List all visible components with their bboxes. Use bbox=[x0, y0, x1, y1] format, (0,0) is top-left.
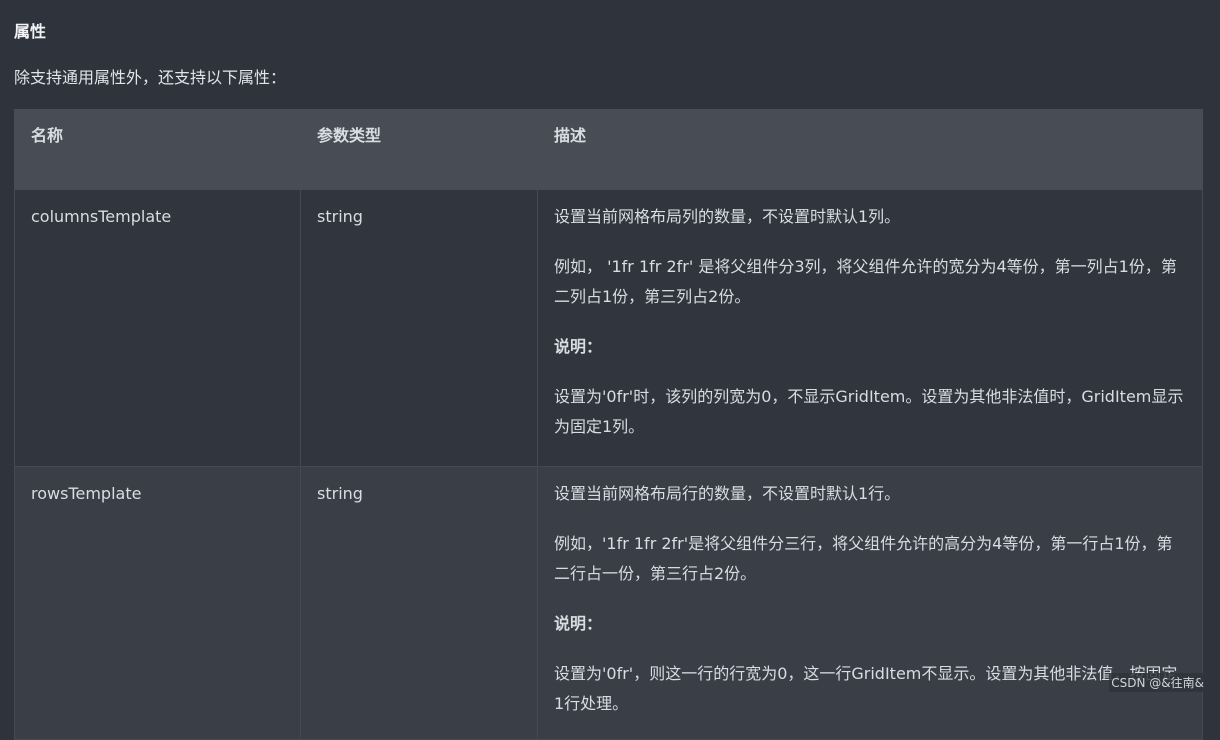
note-label: 说明： bbox=[554, 337, 603, 356]
table-header-row: 名称 参数类型 描述 bbox=[14, 109, 1203, 190]
header-description: 描述 bbox=[537, 109, 1203, 190]
cell-description: 设置当前网格布局列的数量，不设置时默认1列。 例如， '1fr 1fr 2fr'… bbox=[537, 189, 1203, 467]
cell-type: string bbox=[300, 466, 538, 740]
description-text: 设置当前网格布局行的数量，不设置时默认1行。 bbox=[554, 484, 901, 503]
cell-name: columnsTemplate bbox=[14, 189, 301, 467]
cell-description: 设置当前网格布局行的数量，不设置时默认1行。 例如，'1fr 1fr 2fr'是… bbox=[537, 466, 1203, 740]
note-text: 设置为'0fr'，则这一行的行宽为0，这一行GridItem不显示。设置为其他非… bbox=[554, 664, 1178, 713]
note-label: 说明： bbox=[554, 614, 603, 633]
attributes-table: 名称 参数类型 描述 columnsTemplate string 设置当前网格… bbox=[14, 109, 1203, 740]
cell-name: rowsTemplate bbox=[14, 466, 301, 740]
table-row: rowsTemplate string 设置当前网格布局行的数量，不设置时默认1… bbox=[14, 466, 1203, 740]
description-text: 设置当前网格布局列的数量，不设置时默认1列。 bbox=[554, 207, 901, 226]
watermark: CSDN @&往南& bbox=[1109, 673, 1206, 692]
attributes-table-container: 名称 参数类型 描述 columnsTemplate string 设置当前网格… bbox=[14, 109, 1203, 740]
description-example: 例如， '1fr 1fr 2fr' 是将父组件分3列，将父组件允许的宽分为4等份… bbox=[554, 257, 1177, 306]
cell-type: string bbox=[300, 189, 538, 467]
table-row: columnsTemplate string 设置当前网格布局列的数量，不设置时… bbox=[14, 189, 1203, 467]
header-name: 名称 bbox=[14, 109, 301, 190]
note-text: 设置为'0fr'时，该列的列宽为0，不显示GridItem。设置为其他非法值时，… bbox=[554, 387, 1184, 436]
intro-text: 除支持通用属性外，还支持以下属性： bbox=[14, 68, 287, 87]
header-type: 参数类型 bbox=[300, 109, 538, 190]
description-example: 例如，'1fr 1fr 2fr'是将父组件分三行，将父组件允许的高分为4等份，第… bbox=[554, 534, 1173, 583]
section-title: 属性 bbox=[14, 22, 47, 41]
